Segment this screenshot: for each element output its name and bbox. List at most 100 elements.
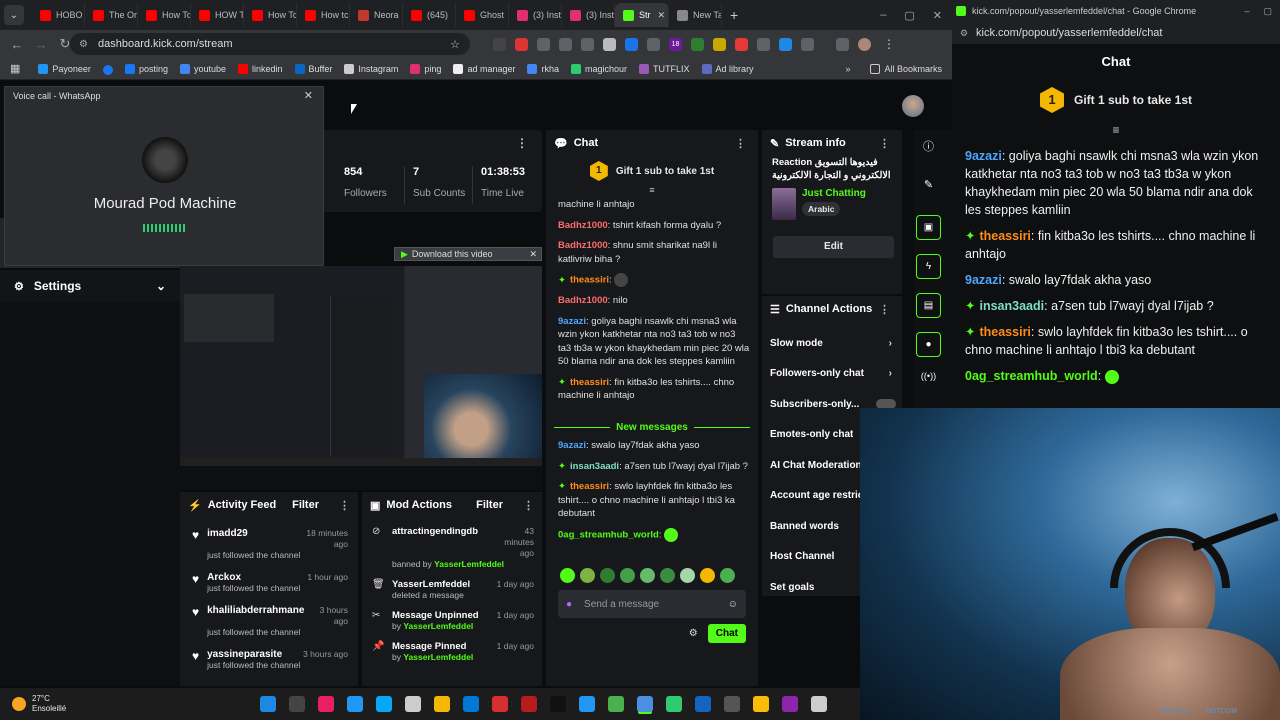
poll-icon[interactable]: ▤ xyxy=(916,293,941,318)
app-icon[interactable] xyxy=(811,696,827,712)
settings-row[interactable]: ⚙ Settings ⌄ xyxy=(0,270,180,302)
bookmark-item[interactable]: Instagram xyxy=(344,63,398,75)
extension-icon[interactable] xyxy=(603,37,616,51)
browser-tab[interactable]: HOW T xyxy=(191,3,244,27)
bookmark-item[interactable]: ad manager xyxy=(453,63,515,75)
whatsapp-call-window[interactable]: Voice call - WhatsApp ✕ Mourad Pod Machi… xyxy=(4,86,324,266)
extension-icon[interactable] xyxy=(581,37,594,51)
apps-grid-icon[interactable]: ▦ xyxy=(10,62,20,75)
chat-message[interactable]: ✦ theassiri: swlo layhfdek fin kitba3o le… xyxy=(558,480,750,521)
whatsapp-icon[interactable] xyxy=(637,696,653,712)
address-bar[interactable]: ⚙ dashboard.kick.com/stream ☆ xyxy=(70,33,470,55)
more-options-icon[interactable]: ⋮ xyxy=(339,499,350,512)
more-options-icon[interactable]: ⋮ xyxy=(516,136,528,150)
bookmark-item[interactable]: TUTFLIX xyxy=(639,63,690,75)
follower-name[interactable]: Arckox xyxy=(207,572,241,583)
chat-message[interactable]: ✦ theassiri: xyxy=(558,273,750,287)
bookmark-item[interactable]: magichour xyxy=(571,63,627,75)
moderator-name[interactable]: YasserLemfeddel xyxy=(403,621,473,631)
emote-icon[interactable] xyxy=(600,567,615,583)
gift-sub-banner[interactable]: 1 Gift 1 sub to take 1st xyxy=(546,156,758,186)
new-messages-divider[interactable]: New messages xyxy=(546,422,758,433)
mod-action-name[interactable]: Message Pinned xyxy=(392,641,466,652)
expand-pinned-icon[interactable]: ≡ xyxy=(952,124,1280,136)
browser-tab[interactable]: Str ✕ xyxy=(615,3,669,27)
app-icon[interactable] xyxy=(608,696,624,712)
more-options-icon[interactable]: ⋮ xyxy=(523,499,534,512)
category-link[interactable]: Just Chatting xyxy=(802,188,866,199)
browser-tab[interactable]: (645) xyxy=(403,3,456,27)
chat-username[interactable]: insan3aadi xyxy=(979,299,1044,313)
extension-badge-icon[interactable]: 18 xyxy=(669,37,682,51)
tiktok-icon[interactable] xyxy=(550,696,566,712)
close-icon[interactable]: ✕ xyxy=(529,249,537,260)
windows-start-icon[interactable] xyxy=(260,696,276,712)
chat-message[interactable]: ✦ insan3aadi: a7sen tub l7wayj dyal l7ija… xyxy=(558,460,750,474)
chat-username[interactable]: theassiri xyxy=(979,229,1030,243)
mod-action-name[interactable]: YasserLemfeddel xyxy=(392,579,470,590)
channel-action-item[interactable]: Slow mode › xyxy=(762,328,902,359)
bookmark-item[interactable]: linkedin xyxy=(238,63,283,75)
maximize-icon[interactable]: ▢ xyxy=(904,9,914,22)
extension-icon[interactable] xyxy=(537,37,550,51)
more-options-icon[interactable]: ⋮ xyxy=(735,137,746,150)
minimize-icon[interactable]: – xyxy=(1244,6,1249,17)
bookmark-item[interactable]: ping xyxy=(410,63,441,75)
browser-tab[interactable]: How Tc xyxy=(138,3,191,27)
site-info-icon[interactable]: ⚙ xyxy=(960,28,968,39)
emote-icon[interactable] xyxy=(720,567,735,583)
extension-icon[interactable] xyxy=(735,37,748,51)
raid-icon[interactable]: ϟ xyxy=(916,254,941,279)
site-info-icon[interactable]: ⚙ xyxy=(79,39,88,50)
chat-username[interactable]: theassiri xyxy=(570,275,609,286)
chat-message[interactable]: ✦ theassiri: fin kitba3o les tshirts.... … xyxy=(965,227,1272,263)
chat-message[interactable]: 9azazi: goliya baghi nsawlk chi msna3 wl… xyxy=(965,147,1272,219)
chat-input[interactable]: ● Send a message ☺ xyxy=(558,590,746,618)
bookmark-item[interactable]: Payoneer xyxy=(38,63,91,75)
chat-username[interactable]: theassiri xyxy=(570,481,609,492)
emote-icon[interactable] xyxy=(580,567,595,583)
chat-username[interactable]: Badhz1000 xyxy=(558,240,608,251)
browser-tab[interactable]: (3) Inst xyxy=(562,3,615,27)
chat-username[interactable]: 9azazi xyxy=(558,440,586,451)
copilot-icon[interactable] xyxy=(318,696,334,712)
close-window-icon[interactable]: ✕ xyxy=(933,9,942,22)
chat-message[interactable]: machine li anhtajo xyxy=(558,198,750,212)
browser-tab[interactable]: New Ta xyxy=(669,3,722,27)
notion-icon[interactable] xyxy=(695,696,711,712)
bookmark-item[interactable]: Ad library xyxy=(701,63,754,75)
extension-icon[interactable] xyxy=(647,37,660,51)
extension-icon[interactable] xyxy=(515,37,528,51)
download-video-button[interactable]: ▶ Download this video ✕ xyxy=(394,247,542,261)
chat-message[interactable]: 0ag_streamhub_world: xyxy=(965,367,1272,385)
chat-username[interactable]: Badhz1000 xyxy=(558,220,608,231)
emote-icon[interactable] xyxy=(620,567,635,583)
emote-icon[interactable] xyxy=(640,567,655,583)
telegram-icon[interactable] xyxy=(579,696,595,712)
channel-action-item[interactable]: Followers-only chat › xyxy=(762,359,902,390)
mod-action-name[interactable]: attractingendingdb xyxy=(392,526,478,559)
mic-icon[interactable]: ● xyxy=(566,599,572,610)
chat-message[interactable]: 9azazi: swalo lay7fdak akha yaso xyxy=(558,439,750,453)
chat-username[interactable]: 9azazi xyxy=(965,273,1002,287)
media-control-icon[interactable] xyxy=(836,37,849,51)
bookmarks-overflow-icon[interactable]: » xyxy=(845,64,850,74)
mod-action-name[interactable]: Message Unpinned xyxy=(392,610,479,621)
extension-icon[interactable] xyxy=(625,37,638,51)
chat-message[interactable]: Badhz1000: tshirt kifash forma dyalu ? xyxy=(558,219,750,233)
close-icon[interactable]: ✕ xyxy=(304,89,313,102)
user-avatar[interactable] xyxy=(902,95,924,117)
facebook-icon[interactable] xyxy=(102,64,113,75)
forward-arrow-icon[interactable]: → xyxy=(30,37,52,52)
all-bookmarks-folder[interactable]: All Bookmarks xyxy=(870,63,942,74)
back-arrow-icon[interactable]: ← xyxy=(6,37,28,52)
extension-icon[interactable] xyxy=(493,37,506,51)
chat-username[interactable]: theassiri xyxy=(570,377,609,388)
extensions-puzzle-icon[interactable] xyxy=(801,37,814,51)
emoji-icon[interactable]: ☺ xyxy=(728,599,738,610)
extension-icon[interactable] xyxy=(757,37,770,51)
bookmark-star-icon[interactable]: ☆ xyxy=(450,38,460,51)
opera-icon[interactable] xyxy=(492,696,508,712)
store-icon[interactable] xyxy=(434,696,450,712)
popout-gift-banner[interactable]: 1 Gift 1 sub to take 1st xyxy=(952,87,1280,113)
